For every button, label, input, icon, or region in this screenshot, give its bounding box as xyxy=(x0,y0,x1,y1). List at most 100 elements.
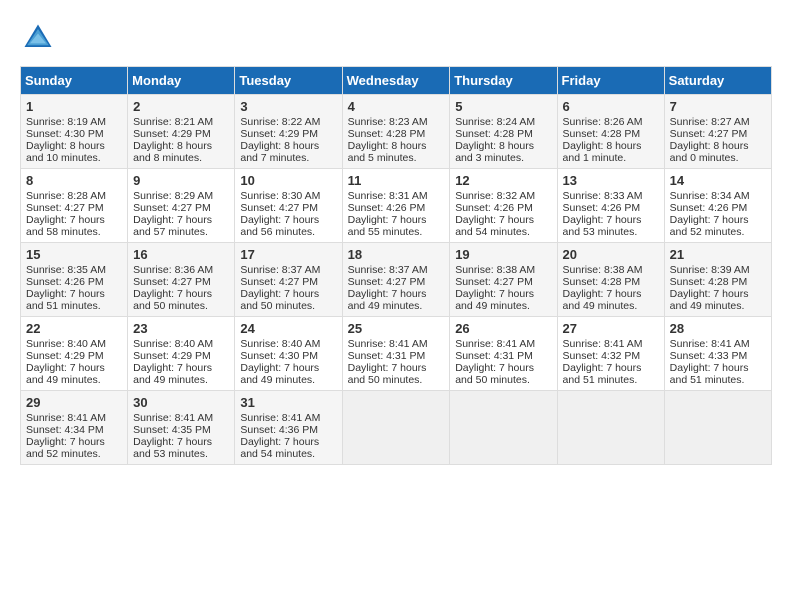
calendar-cell: 13Sunrise: 8:33 AMSunset: 4:26 PMDayligh… xyxy=(557,169,664,243)
day-number: 9 xyxy=(133,173,229,188)
daylight: Daylight: 8 hours and 8 minutes. xyxy=(133,140,212,164)
daylight: Daylight: 7 hours and 49 minutes. xyxy=(240,362,319,386)
daylight: Daylight: 7 hours and 57 minutes. xyxy=(133,214,212,238)
column-header-saturday: Saturday xyxy=(664,67,771,95)
sunset: Sunset: 4:26 PM xyxy=(26,276,104,288)
day-number: 6 xyxy=(563,99,659,114)
sunrise: Sunrise: 8:40 AM xyxy=(133,338,213,350)
calendar-cell: 1Sunrise: 8:19 AMSunset: 4:30 PMDaylight… xyxy=(21,95,128,169)
logo-icon xyxy=(20,20,56,56)
day-number: 8 xyxy=(26,173,122,188)
daylight: Daylight: 7 hours and 51 minutes. xyxy=(563,362,642,386)
calendar-cell: 25Sunrise: 8:41 AMSunset: 4:31 PMDayligh… xyxy=(342,317,450,391)
daylight: Daylight: 7 hours and 49 minutes. xyxy=(455,288,534,312)
calendar-cell: 21Sunrise: 8:39 AMSunset: 4:28 PMDayligh… xyxy=(664,243,771,317)
sunrise: Sunrise: 8:22 AM xyxy=(240,116,320,128)
sunrise: Sunrise: 8:39 AM xyxy=(670,264,750,276)
sunrise: Sunrise: 8:41 AM xyxy=(348,338,428,350)
calendar-cell: 11Sunrise: 8:31 AMSunset: 4:26 PMDayligh… xyxy=(342,169,450,243)
calendar-week-row: 22Sunrise: 8:40 AMSunset: 4:29 PMDayligh… xyxy=(21,317,772,391)
daylight: Daylight: 7 hours and 53 minutes. xyxy=(563,214,642,238)
day-number: 16 xyxy=(133,247,229,262)
sunset: Sunset: 4:26 PM xyxy=(563,202,641,214)
sunrise: Sunrise: 8:21 AM xyxy=(133,116,213,128)
daylight: Daylight: 7 hours and 56 minutes. xyxy=(240,214,319,238)
sunrise: Sunrise: 8:41 AM xyxy=(455,338,535,350)
daylight: Daylight: 7 hours and 50 minutes. xyxy=(348,362,427,386)
sunset: Sunset: 4:34 PM xyxy=(26,424,104,436)
day-number: 2 xyxy=(133,99,229,114)
calendar-cell: 28Sunrise: 8:41 AMSunset: 4:33 PMDayligh… xyxy=(664,317,771,391)
calendar-cell: 14Sunrise: 8:34 AMSunset: 4:26 PMDayligh… xyxy=(664,169,771,243)
sunrise: Sunrise: 8:40 AM xyxy=(240,338,320,350)
logo xyxy=(20,20,60,56)
sunset: Sunset: 4:29 PM xyxy=(240,128,318,140)
sunset: Sunset: 4:28 PM xyxy=(670,276,748,288)
sunset: Sunset: 4:26 PM xyxy=(670,202,748,214)
day-number: 28 xyxy=(670,321,766,336)
day-number: 22 xyxy=(26,321,122,336)
sunrise: Sunrise: 8:33 AM xyxy=(563,190,643,202)
sunrise: Sunrise: 8:30 AM xyxy=(240,190,320,202)
column-header-wednesday: Wednesday xyxy=(342,67,450,95)
calendar-cell: 7Sunrise: 8:27 AMSunset: 4:27 PMDaylight… xyxy=(664,95,771,169)
calendar-cell: 29Sunrise: 8:41 AMSunset: 4:34 PMDayligh… xyxy=(21,391,128,465)
day-number: 24 xyxy=(240,321,336,336)
sunrise: Sunrise: 8:27 AM xyxy=(670,116,750,128)
sunrise: Sunrise: 8:37 AM xyxy=(348,264,428,276)
sunset: Sunset: 4:27 PM xyxy=(455,276,533,288)
daylight: Daylight: 7 hours and 51 minutes. xyxy=(670,362,749,386)
sunrise: Sunrise: 8:41 AM xyxy=(240,412,320,424)
sunset: Sunset: 4:31 PM xyxy=(348,350,426,362)
day-number: 21 xyxy=(670,247,766,262)
day-number: 3 xyxy=(240,99,336,114)
daylight: Daylight: 8 hours and 0 minutes. xyxy=(670,140,749,164)
sunrise: Sunrise: 8:40 AM xyxy=(26,338,106,350)
sunrise: Sunrise: 8:31 AM xyxy=(348,190,428,202)
sunrise: Sunrise: 8:41 AM xyxy=(26,412,106,424)
calendar-cell: 15Sunrise: 8:35 AMSunset: 4:26 PMDayligh… xyxy=(21,243,128,317)
calendar-cell: 31Sunrise: 8:41 AMSunset: 4:36 PMDayligh… xyxy=(235,391,342,465)
calendar-cell: 10Sunrise: 8:30 AMSunset: 4:27 PMDayligh… xyxy=(235,169,342,243)
calendar-cell: 17Sunrise: 8:37 AMSunset: 4:27 PMDayligh… xyxy=(235,243,342,317)
calendar-cell xyxy=(450,391,557,465)
daylight: Daylight: 7 hours and 50 minutes. xyxy=(133,288,212,312)
daylight: Daylight: 7 hours and 51 minutes. xyxy=(26,288,105,312)
sunset: Sunset: 4:27 PM xyxy=(26,202,104,214)
sunrise: Sunrise: 8:35 AM xyxy=(26,264,106,276)
calendar-cell: 22Sunrise: 8:40 AMSunset: 4:29 PMDayligh… xyxy=(21,317,128,391)
sunset: Sunset: 4:31 PM xyxy=(455,350,533,362)
sunset: Sunset: 4:28 PM xyxy=(348,128,426,140)
calendar-cell xyxy=(664,391,771,465)
sunrise: Sunrise: 8:34 AM xyxy=(670,190,750,202)
sunset: Sunset: 4:27 PM xyxy=(348,276,426,288)
day-number: 19 xyxy=(455,247,551,262)
sunset: Sunset: 4:28 PM xyxy=(563,276,641,288)
day-number: 1 xyxy=(26,99,122,114)
day-number: 17 xyxy=(240,247,336,262)
calendar-cell: 2Sunrise: 8:21 AMSunset: 4:29 PMDaylight… xyxy=(128,95,235,169)
daylight: Daylight: 7 hours and 49 minutes. xyxy=(563,288,642,312)
sunset: Sunset: 4:32 PM xyxy=(563,350,641,362)
daylight: Daylight: 8 hours and 3 minutes. xyxy=(455,140,534,164)
daylight: Daylight: 7 hours and 50 minutes. xyxy=(240,288,319,312)
daylight: Daylight: 8 hours and 1 minute. xyxy=(563,140,642,164)
calendar-cell xyxy=(342,391,450,465)
day-number: 4 xyxy=(348,99,445,114)
sunset: Sunset: 4:27 PM xyxy=(670,128,748,140)
sunrise: Sunrise: 8:38 AM xyxy=(455,264,535,276)
day-number: 31 xyxy=(240,395,336,410)
day-number: 11 xyxy=(348,173,445,188)
calendar-cell: 9Sunrise: 8:29 AMSunset: 4:27 PMDaylight… xyxy=(128,169,235,243)
day-number: 20 xyxy=(563,247,659,262)
sunrise: Sunrise: 8:36 AM xyxy=(133,264,213,276)
sunrise: Sunrise: 8:28 AM xyxy=(26,190,106,202)
calendar-cell: 3 Sunrise: 8:22 AMSunset: 4:29 PMDaylight… xyxy=(235,95,342,169)
sunset: Sunset: 4:35 PM xyxy=(133,424,211,436)
column-header-tuesday: Tuesday xyxy=(235,67,342,95)
daylight: Daylight: 8 hours and 7 minutes. xyxy=(240,140,319,164)
day-number: 23 xyxy=(133,321,229,336)
sunset: Sunset: 4:28 PM xyxy=(563,128,641,140)
calendar-cell: 18Sunrise: 8:37 AMSunset: 4:27 PMDayligh… xyxy=(342,243,450,317)
day-number: 14 xyxy=(670,173,766,188)
